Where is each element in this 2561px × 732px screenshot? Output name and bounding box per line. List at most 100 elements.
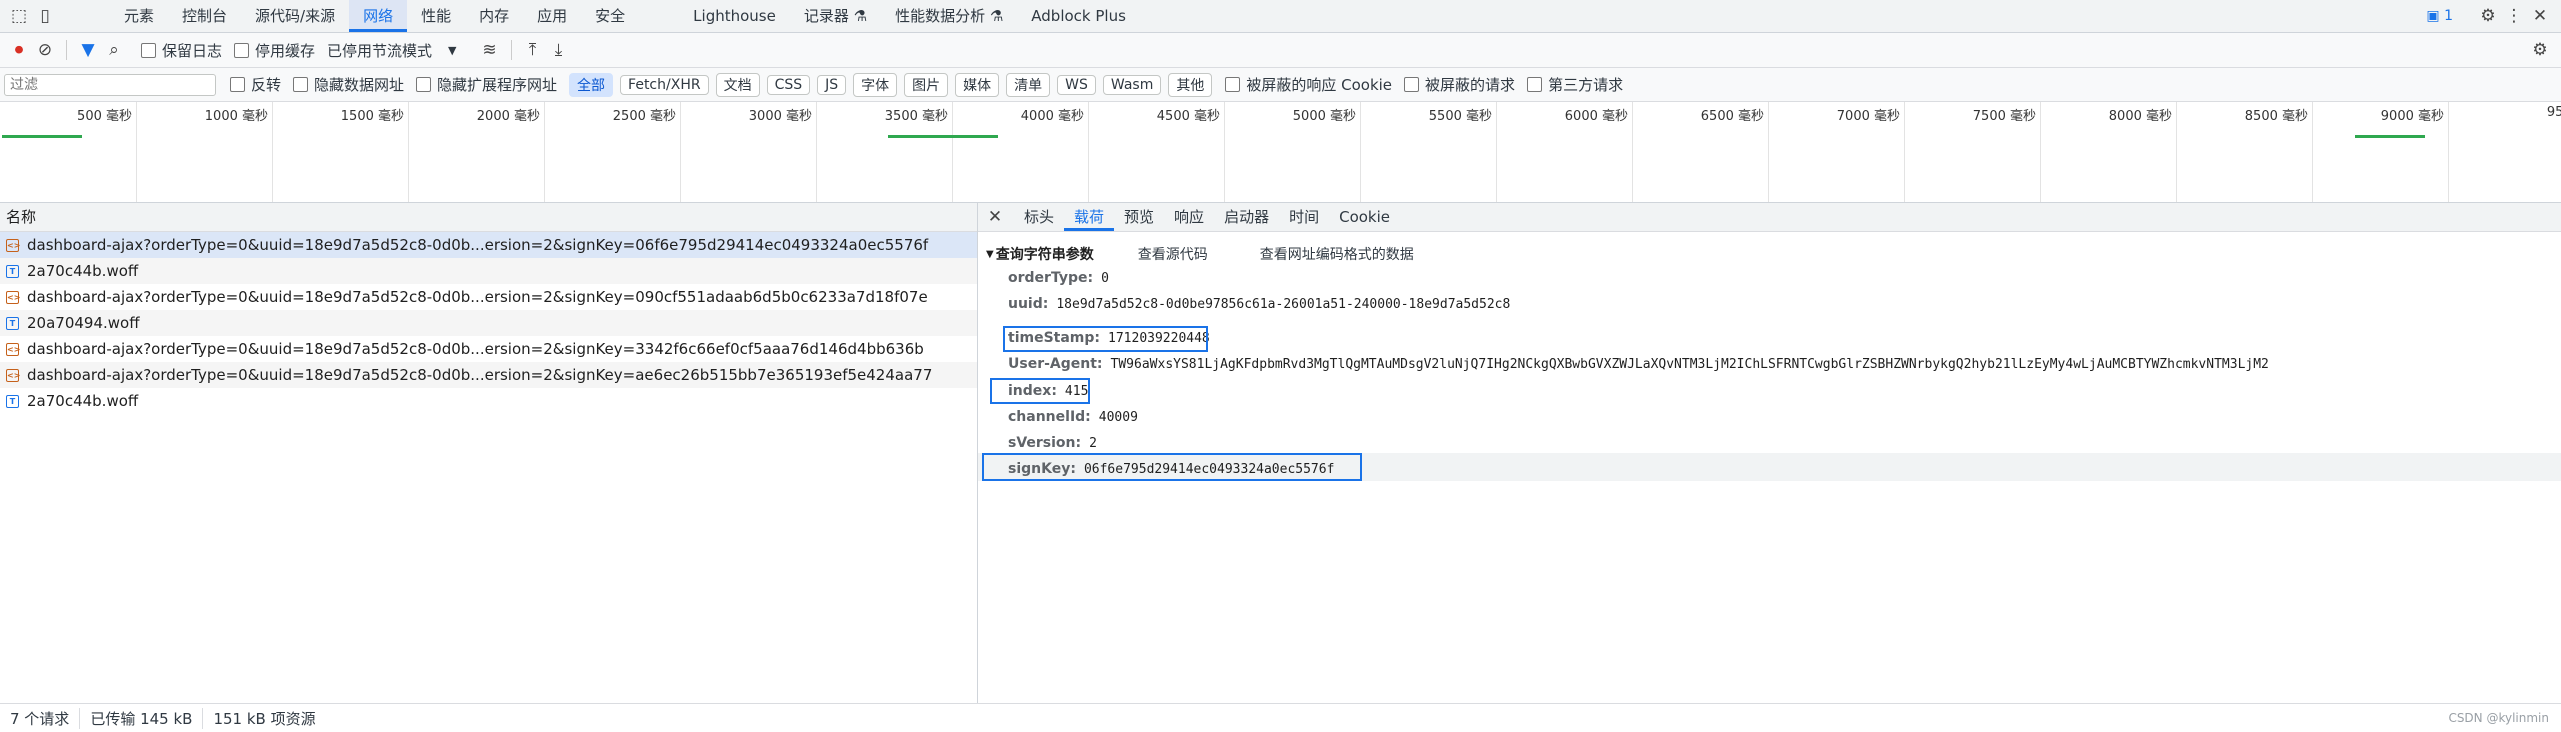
detail-tab[interactable]: 响应 (1164, 203, 1214, 231)
throttling-select[interactable]: 已停用节流模式 ▼ (327, 40, 456, 61)
filter-chip[interactable]: 其他 (1168, 72, 1213, 97)
timeline-gridline (544, 102, 545, 202)
search-icon[interactable]: ⌕ (101, 37, 127, 63)
request-row[interactable]: <> dashboard-ajax?orderType=0&uuid=18e9d7… (0, 232, 977, 258)
detail-tab[interactable]: 预览 (1114, 203, 1164, 231)
detail-tab[interactable]: Cookie (1329, 203, 1400, 231)
clear-icon[interactable]: ⊘ (32, 37, 58, 63)
filter-icon[interactable]: ▼ (75, 37, 101, 63)
panel-tab[interactable]: 控制台 (168, 0, 241, 32)
timeline-tick-label: 7500 毫秒 (1972, 109, 2036, 124)
timeline-gridline (680, 102, 681, 202)
blocked-requests-checkbox[interactable]: 被屏蔽的请求 (1404, 74, 1515, 95)
panel-tab[interactable]: 记录器 ⚗ (790, 0, 881, 32)
view-source-link[interactable]: 查看源代码 (1138, 244, 1208, 264)
blocked-cookies-checkbox[interactable]: 被屏蔽的响应 Cookie (1225, 74, 1392, 95)
panel-tab[interactable]: Adblock Plus (1017, 0, 1140, 32)
detail-tab[interactable]: 载荷 (1064, 203, 1115, 231)
panel-tab[interactable]: 网络 (349, 0, 408, 32)
query-params-section-header[interactable]: ▼ 查询字符串参数 查看源代码 查看网址编码格式的数据 (986, 244, 1414, 264)
filter-chip[interactable]: Wasm (1102, 74, 1162, 95)
detail-tab[interactable]: 时间 (1279, 203, 1329, 231)
filter-chip[interactable]: 媒体 (955, 72, 1000, 97)
export-har-icon[interactable]: ⤓ (546, 37, 572, 63)
panel-tab[interactable]: 内存 (465, 0, 523, 32)
param-value: 2 (1089, 436, 1097, 451)
checkbox[interactable] (234, 42, 250, 58)
panel-tab[interactable]: 源代码/来源 (241, 0, 349, 32)
divider (510, 40, 512, 60)
filter-chip[interactable]: JS (817, 74, 847, 95)
param-key: sVersion: (1008, 435, 1082, 451)
record-stop-icon[interactable]: ⏺ (6, 37, 32, 63)
request-row[interactable]: <> dashboard-ajax?orderType=0&uuid=18e9d7… (0, 362, 977, 388)
filter-bar: 反转 隐藏数据网址 隐藏扩展程序网址 全部 Fetch/XHR 文档 CSS JS 字体图… (0, 68, 2561, 102)
panel-tab[interactable]: Lighthouse (679, 0, 790, 32)
settings-icon[interactable]: ⚙ (2475, 3, 2501, 29)
checkbox[interactable] (230, 77, 245, 92)
panel-tab[interactable]: 安全 (581, 0, 639, 32)
xhr-request-icon: <> (6, 342, 21, 356)
checkbox[interactable] (416, 77, 432, 92)
filter-chip[interactable]: Fetch/XHR (620, 74, 709, 95)
network-conditions-icon[interactable]: ≋ (477, 37, 503, 63)
timeline-overview[interactable]: 500 毫秒 1000 毫秒 1500 毫秒 2000 毫秒 2500 毫秒 3000 毫… (0, 102, 2561, 203)
hide-extension-urls-checkbox[interactable]: 隐藏扩展程序网址 (416, 74, 557, 95)
filter-chip[interactable]: 文档 (715, 72, 760, 97)
close-devtools-icon[interactable]: ✕ (2527, 3, 2553, 29)
detail-tab[interactable]: 标头 (1014, 203, 1064, 231)
timeline-tick-label: 9500 (2546, 105, 2561, 120)
highlight-box-signkey (982, 453, 1362, 481)
filter-chip[interactable]: WS (1057, 74, 1096, 95)
request-row[interactable]: T 20a70494.woff (0, 310, 977, 336)
close-detail-icon[interactable]: ✕ (982, 204, 1008, 230)
filter-chip[interactable]: CSS (766, 74, 811, 95)
filter-chip[interactable]: 字体 (853, 72, 898, 97)
invert-checkbox[interactable]: 反转 (230, 74, 281, 95)
panel-tab[interactable]: 元素 (110, 0, 168, 32)
param-key: orderType: (1008, 270, 1094, 286)
checkbox[interactable] (141, 42, 156, 58)
filter-chip[interactable]: 清单 (1006, 72, 1051, 97)
highlight-box-timestamp (1003, 326, 1208, 352)
checkbox[interactable] (1404, 77, 1420, 92)
request-row[interactable]: T 2a70c44b.woff (0, 258, 977, 284)
preserve-log-checkbox[interactable]: 保留日志 (141, 40, 222, 61)
checkbox[interactable] (1225, 77, 1241, 92)
filter-chip[interactable]: 全部 (569, 72, 614, 97)
divider (66, 40, 67, 60)
device-toolbar-icon[interactable]: ▯ (32, 3, 58, 29)
param-value: 40009 (1098, 410, 1138, 425)
timeline-gridline (2448, 102, 2449, 202)
checkbox[interactable] (293, 77, 309, 92)
inspect-element-icon[interactable]: ⬚ (6, 3, 32, 29)
panel-tab[interactable]: 应用 (523, 0, 581, 32)
more-options-icon[interactable]: ⋮ (2501, 3, 2527, 29)
request-row[interactable]: <> dashboard-ajax?orderType=0&uuid=18e9d7… (0, 336, 977, 362)
checkbox[interactable] (1527, 77, 1543, 92)
third-party-checkbox[interactable]: 第三方请求 (1527, 74, 1623, 95)
view-url-encoded-link[interactable]: 查看网址编码格式的数据 (1260, 244, 1414, 264)
import-har-icon[interactable]: ⤒ (520, 37, 546, 63)
param-value: 0 (1101, 271, 1109, 286)
param-key: User-Agent: (1008, 356, 1103, 372)
xhr-request-icon: <> (6, 238, 21, 252)
filter-input[interactable] (4, 73, 216, 96)
panel-tab[interactable]: 性能 (407, 0, 465, 32)
disable-cache-checkbox[interactable]: 停用缓存 (234, 40, 315, 61)
detail-tab[interactable]: 启动器 (1214, 203, 1279, 231)
network-settings-icon[interactable]: ⚙ (2527, 37, 2553, 63)
request-row[interactable]: <> dashboard-ajax?orderType=0&uuid=18e9d7… (0, 284, 977, 310)
name-column-header[interactable]: 名称 (0, 203, 977, 232)
filter-chip[interactable]: 图片 (904, 72, 949, 97)
request-row[interactable]: T 2a70c44b.woff (0, 388, 977, 414)
timeline-gridline (1632, 102, 1633, 202)
panel-tab[interactable]: 性能数据分析 ⚗ (881, 0, 1017, 32)
timeline-tick-label: 5000 毫秒 (1292, 109, 1356, 124)
chevron-down-icon: ▼ (448, 43, 457, 57)
request-name: dashboard-ajax?orderType=0&uuid=18e9d7a5… (27, 236, 929, 254)
query-param-row: channelId: 40009 (1008, 409, 1138, 425)
hide-data-urls-checkbox[interactable]: 隐藏数据网址 (293, 74, 404, 95)
tabbar-right: ▣ 1 ⚙ ⋮ ✕ (2426, 3, 2561, 29)
issues-badge[interactable]: ▣ 1 (2426, 8, 2453, 24)
